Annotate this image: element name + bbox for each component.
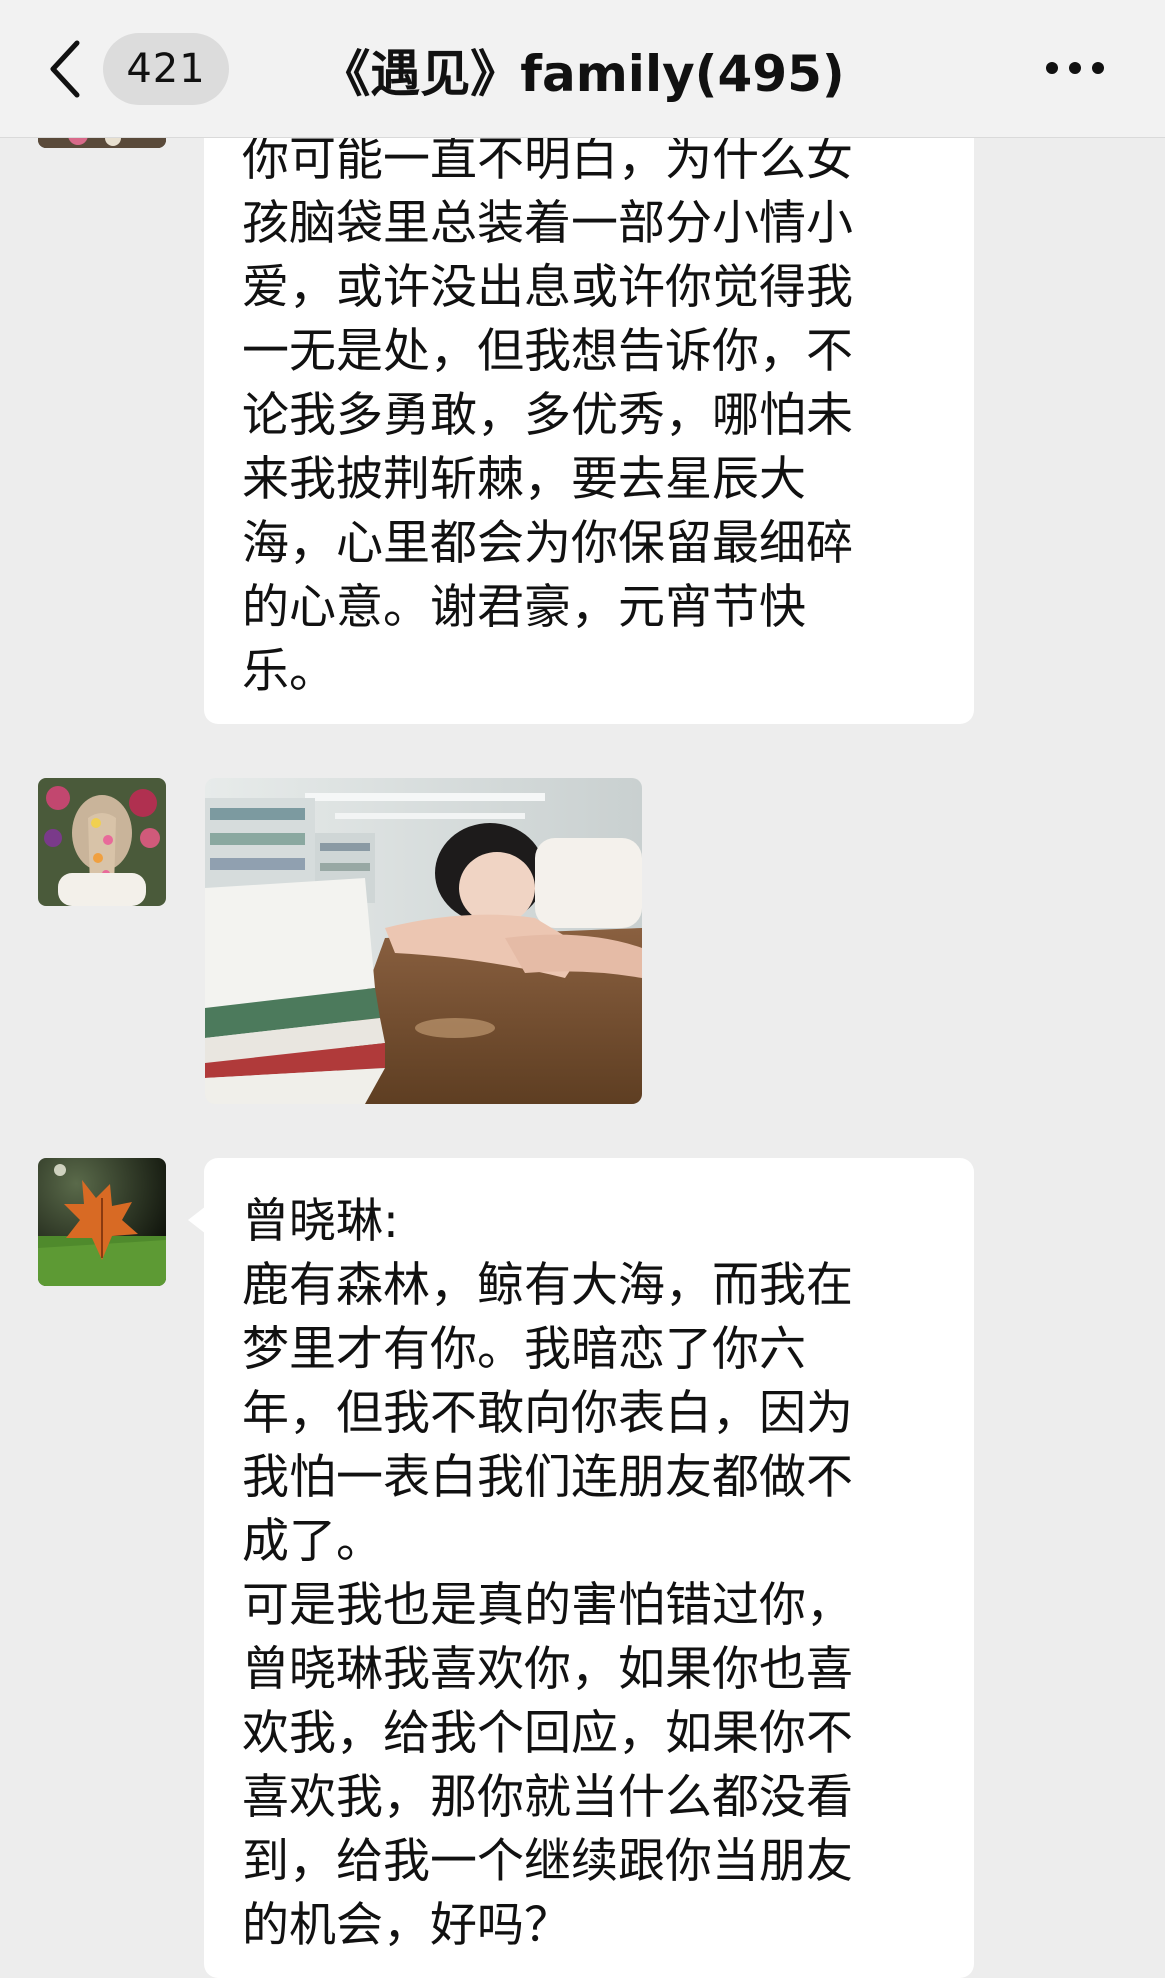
sender-avatar[interactable] bbox=[38, 778, 166, 906]
message-bubble[interactable]: 你可能一直不明白，为什么女 孩脑袋里总装着一部分小情小 爱，或许没出息或许你觉得… bbox=[204, 100, 974, 724]
sender-avatar[interactable] bbox=[38, 1158, 166, 1286]
chat-title: 《遇见》family(495) bbox=[320, 45, 845, 103]
message-line: 到，给我一个继续跟你当朋友 bbox=[242, 1834, 853, 1889]
chat-photo[interactable] bbox=[205, 778, 642, 1104]
sender-name: 曾晓琳: bbox=[242, 1194, 399, 1249]
message-line: 成了。 bbox=[242, 1514, 383, 1569]
message-line: 来我披荆斩棘，要去星辰大 bbox=[242, 452, 806, 507]
chat-area[interactable]: 你可能一直不明白，为什么女 孩脑袋里总装着一部分小情小 爱，或许没出息或许你觉得… bbox=[0, 0, 1165, 1978]
message-line: 乐。 bbox=[242, 644, 336, 699]
message-line: 我怕一表白我们连朋友都做不 bbox=[242, 1450, 853, 1505]
more-button[interactable] bbox=[1040, 44, 1110, 94]
message-line: 一无是处，但我想告诉你，不 bbox=[242, 324, 853, 379]
message-line: 海，心里都会为你保留最细碎 bbox=[242, 516, 853, 571]
message-line: 论我多勇敢，多优秀，哪怕未 bbox=[242, 388, 853, 443]
message-line: 的机会，好吗？ bbox=[242, 1898, 571, 1953]
message-line: 的心意。谢君豪，元宵节快 bbox=[242, 580, 806, 635]
message-line: 欢我，给我个回应，如果你不 bbox=[242, 1706, 853, 1761]
message-line: 喜欢我，那你就当什么都没看 bbox=[242, 1770, 853, 1825]
ellipsis-icon bbox=[1045, 60, 1105, 79]
message-line: 曾晓琳我喜欢你，如果你也喜 bbox=[242, 1642, 853, 1697]
message-line: 爱，或许没出息或许你觉得我 bbox=[242, 260, 853, 315]
chevron-left-icon bbox=[47, 39, 83, 99]
message-line: 年，但我不敢向你表白，因为 bbox=[242, 1386, 853, 1441]
navigation-bar: 421 《遇见》family(495) bbox=[0, 0, 1165, 138]
message-line: 鹿有森林，鲸有大海，而我在 bbox=[242, 1258, 853, 1313]
back-button[interactable] bbox=[40, 34, 90, 104]
message-line: 可是我也是真的害怕错过你， bbox=[242, 1578, 853, 1633]
message-bubble[interactable]: 曾晓琳: 鹿有森林，鲸有大海，而我在 梦里才有你。我暗恋了你六 年，但我不敢向你… bbox=[204, 1158, 974, 1978]
unread-count-badge[interactable]: 421 bbox=[103, 33, 229, 105]
message-line: 孩脑袋里总装着一部分小情小 bbox=[242, 196, 853, 251]
message-line: 梦里才有你。我暗恋了你六 bbox=[242, 1322, 806, 1377]
